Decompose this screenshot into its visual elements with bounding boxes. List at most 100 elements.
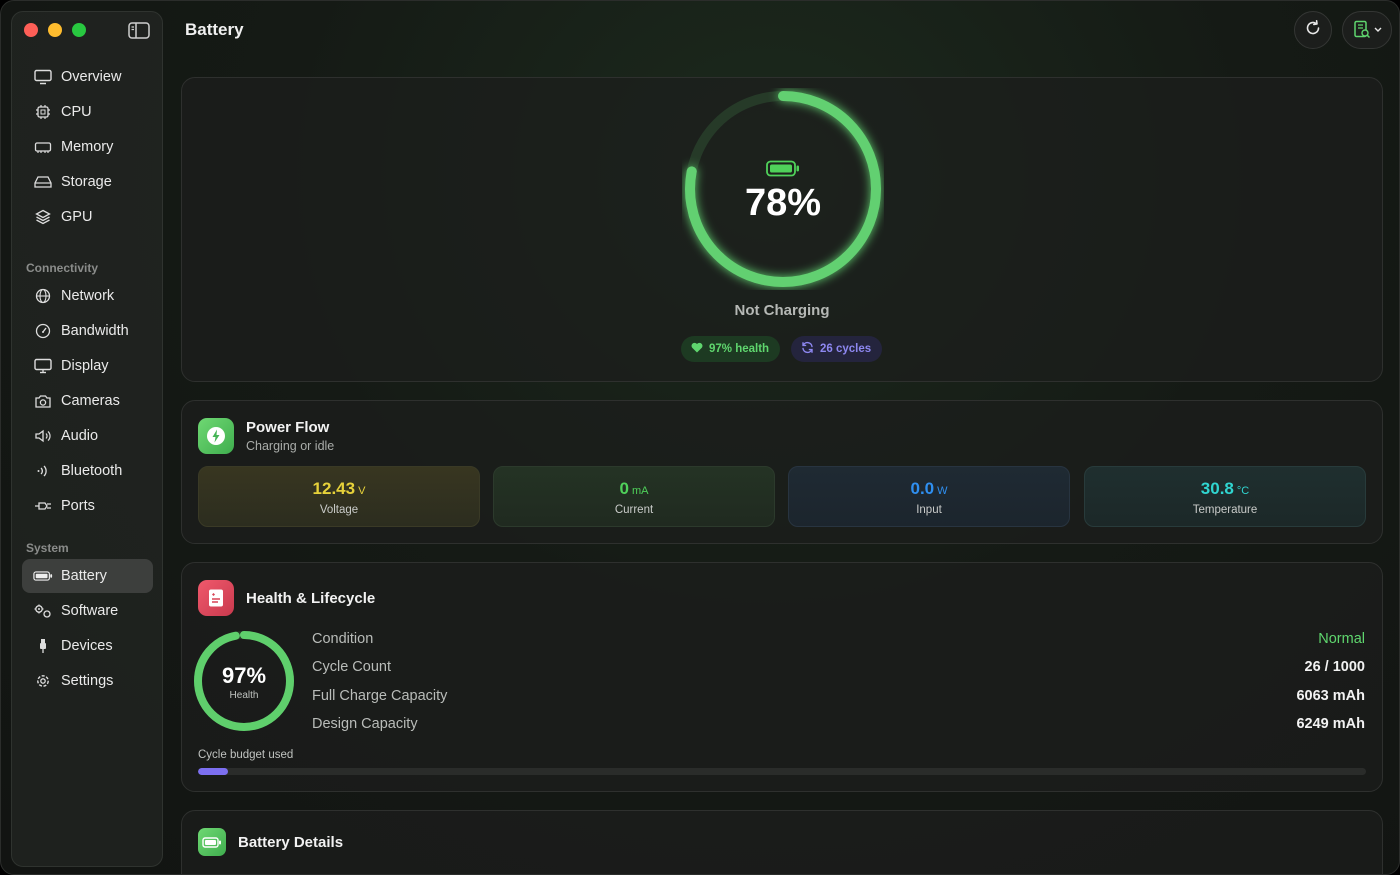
sidebar-item-devices[interactable]: Devices [22,629,153,663]
current-metric: 0 mA Current [493,466,775,527]
temperature-metric: 30.8 °C Temperature [1084,466,1366,527]
sidebar: Overview CPU Memory Storage GPU Connecti… [11,11,163,867]
sidebar-item-label: Settings [61,673,114,689]
sidebar-item-network[interactable]: Network [22,279,153,313]
cpu-icon [33,102,53,122]
input-value-line: 0.0 W [789,479,1069,499]
globe-icon [33,286,53,306]
cycles-badge-label: 26 cycles [820,343,872,355]
battery-details-title: Battery Details [238,834,344,851]
sidebar-item-label: Audio [61,428,99,444]
full-charge-capacity-value: 6063 mAh [1296,688,1365,704]
voltage-value-line: 12.43 V [199,479,479,499]
refresh-icon [1304,19,1322,42]
condition-value: Normal [1318,631,1365,647]
health-badge: 97% health [681,336,781,362]
current-label: Current [614,504,654,516]
sidebar-item-display[interactable]: Display [22,349,153,383]
sidebar-item-ports[interactable]: Ports [22,489,153,523]
sidebar-item-label: Software [61,603,119,619]
bluetooth-waves-icon [33,461,53,481]
battery-details-card: Battery Details [181,810,1383,874]
sidebar-item-label: Storage [61,174,112,190]
design-capacity-label: Design Capacity [312,716,418,732]
camera-icon [33,391,53,411]
sidebar-item-cpu[interactable]: CPU [22,95,153,129]
health-report-icon [198,580,234,616]
input-value: 0.0 [910,479,935,498]
plug-icon [33,496,53,516]
temperature-value-line: 30.8 °C [1085,479,1365,499]
sidebar-item-label: Memory [61,139,114,155]
voltage-value: 12.43 [312,479,356,498]
sidebar-item-label: Ports [61,498,95,514]
voltage-label: Voltage [319,504,359,516]
gauge-icon [33,321,53,341]
health-badge-label: 97% health [709,343,770,355]
sidebar-item-label: Network [61,288,115,304]
current-value: 0 [619,479,629,498]
storage-icon [33,172,53,192]
memory-icon [33,137,53,157]
gears-icon [33,601,53,621]
sidebar-item-label: Display [61,358,109,374]
input-metric: 0.0 W Input [788,466,1070,527]
sidebar-item-label: Devices [61,638,113,654]
monitor-icon [33,67,53,87]
sidebar-item-memory[interactable]: Memory [22,130,153,164]
minimize-window-button[interactable] [48,23,62,37]
page-title: Battery [185,20,244,39]
zoom-window-button[interactable] [72,23,86,37]
health-title: Health & Lifecycle [246,590,376,607]
sidebar-item-settings[interactable]: Settings [22,664,153,698]
cycles-badge: 26 cycles [791,336,883,362]
display-icon [33,356,53,376]
temperature-value: 30.8 [1200,479,1234,498]
full-charge-capacity-label: Full Charge Capacity [312,688,448,704]
sidebar-toggle-icon[interactable] [128,22,150,39]
battery-icon [766,160,800,182]
power-flow-subtitle: Charging or idle [246,439,335,453]
sidebar-item-label: CPU [61,104,92,120]
design-capacity-value: 6249 mAh [1296,716,1365,732]
health-lifecycle-card: Health & Lifecycle 97% Health Condition … [181,562,1383,792]
cycle-count-value: 26 / 1000 [1304,659,1365,675]
sidebar-item-bandwidth[interactable]: Bandwidth [22,314,153,348]
sidebar-item-label: Battery [61,568,107,584]
battery-icon [33,566,53,586]
cycle-arrows-icon [801,341,814,357]
cycle-budget-label: Cycle budget used [198,749,294,761]
voltage-unit: V [358,485,366,497]
heart-icon [691,342,703,356]
usb-drive-icon [33,636,53,656]
sidebar-item-gpu[interactable]: GPU [22,200,153,234]
report-menu-button[interactable] [1342,11,1392,49]
gear-icon [33,671,53,691]
temperature-unit: °C [1236,485,1250,497]
sidebar-item-software[interactable]: Software [22,594,153,628]
section-label-system: System [26,541,69,555]
power-flow-icon [198,418,234,454]
cycle-budget-fill [198,768,229,775]
app-window: Overview CPU Memory Storage GPU Connecti… [0,0,1400,875]
voltage-metric: 12.43 V Voltage [198,466,480,527]
sidebar-item-overview[interactable]: Overview [22,60,153,94]
window-controls [24,23,86,37]
health-gauge-label: Health [229,690,259,701]
sidebar-item-label: Overview [61,69,122,85]
sidebar-item-storage[interactable]: Storage [22,165,153,199]
sidebar-item-cameras[interactable]: Cameras [22,384,153,418]
close-window-button[interactable] [24,23,38,37]
battery-level-card: 78% Not Charging 97% health 26 cycles [181,77,1383,382]
chevron-down-icon [1374,27,1381,32]
temperature-label: Temperature [1192,504,1258,516]
sidebar-item-battery[interactable]: Battery [22,559,153,593]
sidebar-item-audio[interactable]: Audio [22,419,153,453]
battery-details-icon [198,828,226,856]
speaker-icon [33,426,53,446]
cycle-budget-bar [198,768,1366,775]
sidebar-item-bluetooth[interactable]: Bluetooth [22,454,153,488]
refresh-button[interactable] [1294,11,1332,49]
health-percent: 97% [221,663,267,688]
battery-percent: 78% [744,182,822,224]
